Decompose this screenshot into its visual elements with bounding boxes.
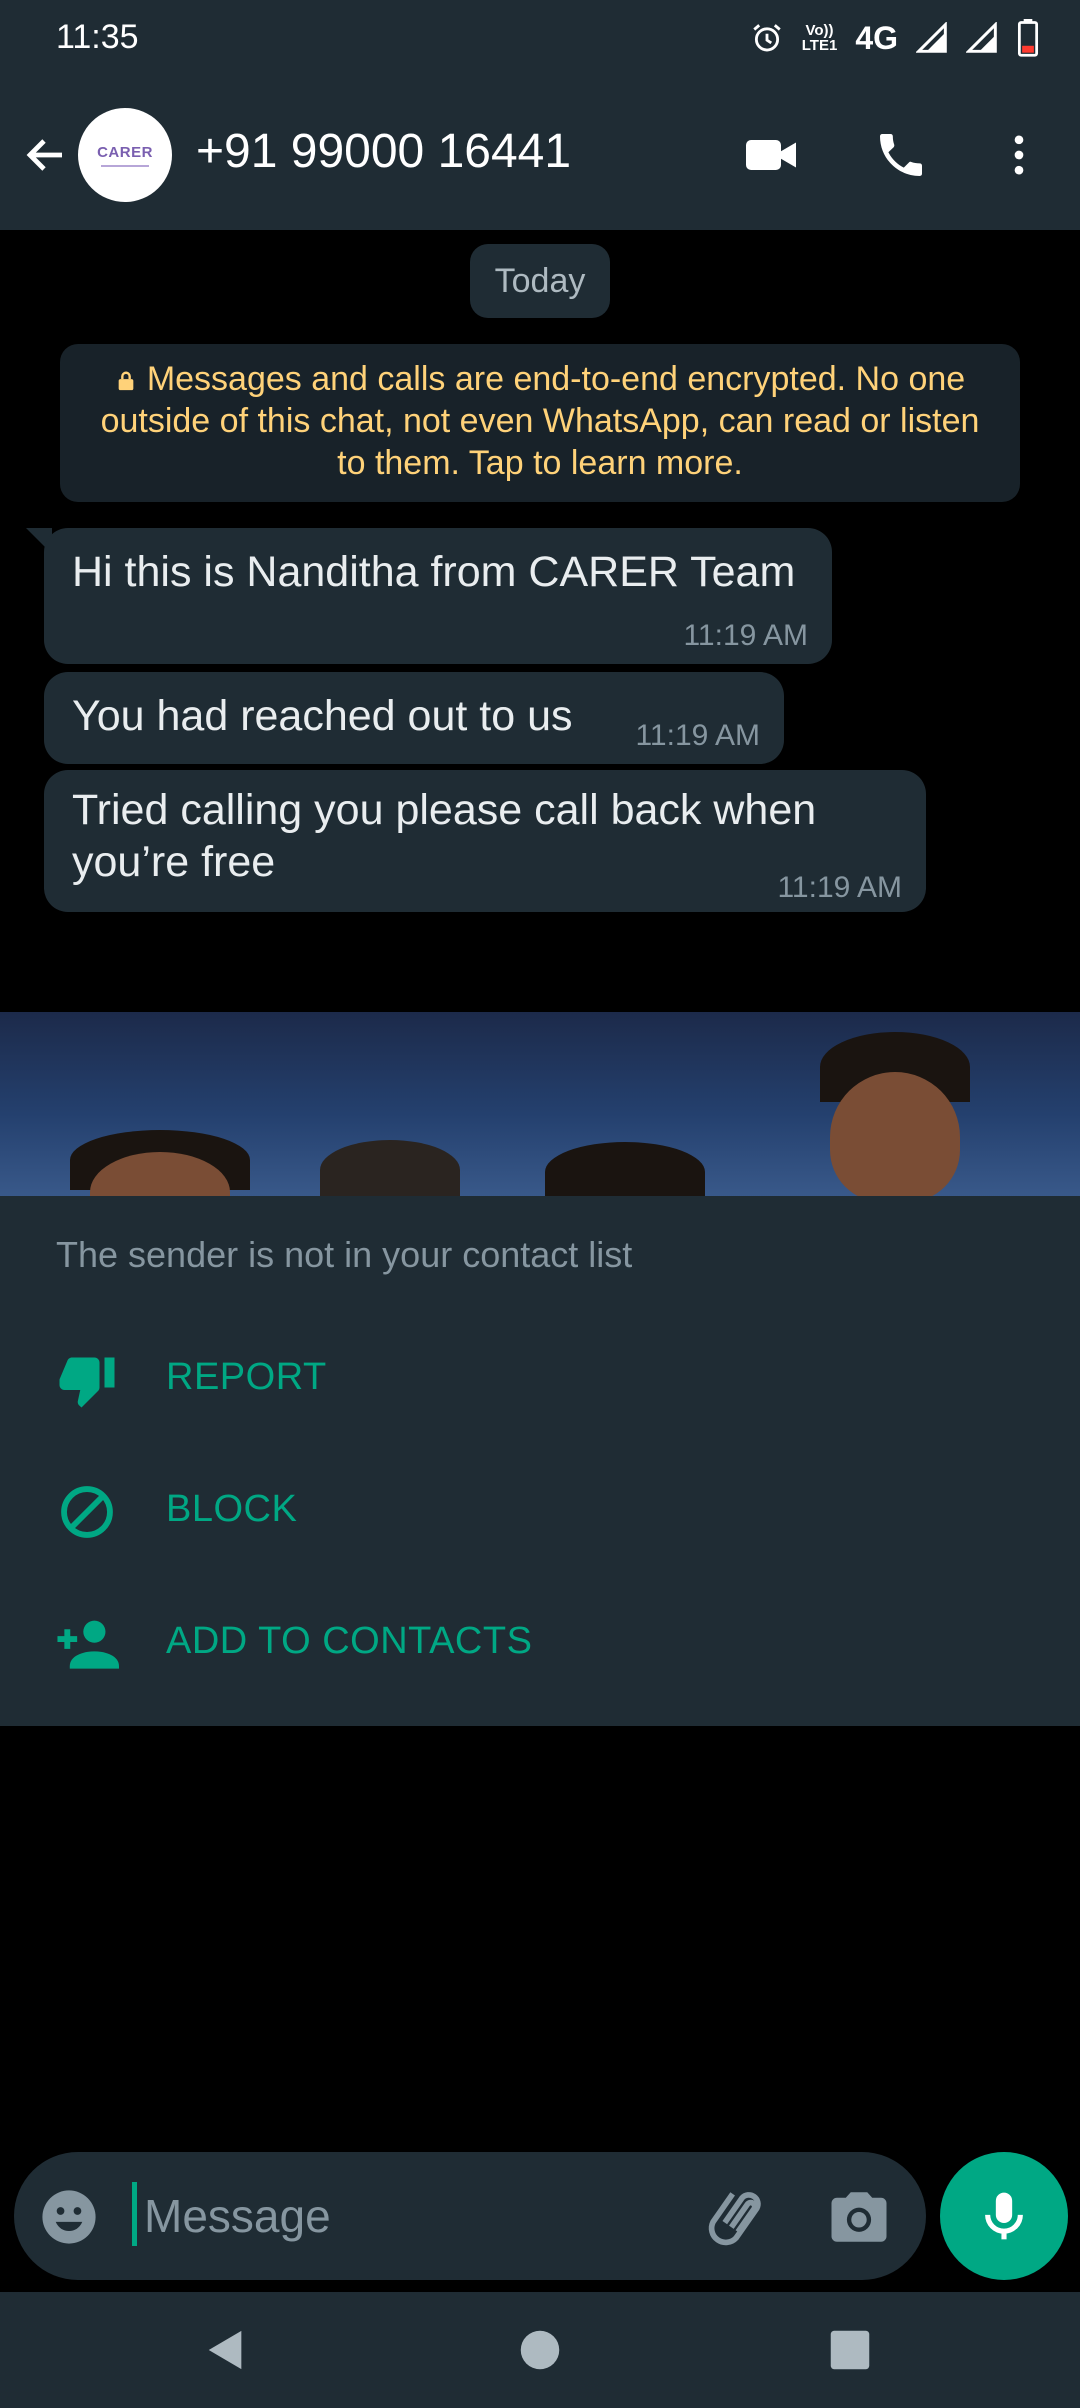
photo-detail	[830, 1072, 960, 1197]
message-bubble[interactable]: Hi this is Nanditha from CARER Team 11:1…	[44, 528, 832, 664]
report-button[interactable]: REPORT	[0, 1326, 1080, 1436]
camera-icon[interactable]	[826, 2184, 892, 2250]
block-button[interactable]: BLOCK	[0, 1458, 1080, 1568]
wallpaper-photo-top	[0, 1012, 1080, 1197]
voice-call-button[interactable]	[866, 120, 936, 190]
message-input[interactable]	[144, 2176, 704, 2256]
photo-detail	[320, 1140, 460, 1197]
add-to-contacts-label: ADD TO CONTACTS	[166, 1620, 533, 1662]
unknown-sender-note: The sender is not in your contact list	[56, 1234, 633, 1275]
status-bar: 11:35 Vo)) LTE1 4G	[0, 0, 1080, 80]
message-composer	[14, 2152, 926, 2280]
message-time: 11:19 AM	[635, 719, 760, 752]
status-icons: Vo)) LTE1 4G	[750, 16, 1040, 60]
nav-back-icon	[208, 2330, 242, 2370]
battery-icon	[1017, 19, 1039, 57]
network-type: 4G	[855, 19, 898, 56]
avatar[interactable]: CARER	[78, 108, 172, 202]
text-cursor	[132, 2182, 137, 2246]
nav-back-button[interactable]	[192, 2316, 260, 2384]
photo-detail	[545, 1142, 705, 1197]
video-call-button[interactable]	[736, 120, 806, 190]
chat-area[interactable]: Today Messages and calls are end-to-end …	[0, 230, 1080, 2382]
volte-bottom-label: LTE1	[801, 37, 838, 54]
chat-header: CARER +91 99000 16441	[0, 80, 1080, 230]
more-vert-icon	[1014, 135, 1024, 175]
thumbs-down-icon	[54, 1350, 120, 1410]
system-nav-bar	[0, 2292, 1080, 2408]
nav-home-icon	[520, 2330, 560, 2370]
signal-icon	[916, 22, 947, 53]
status-time: 11:35	[56, 18, 139, 56]
encryption-text: Messages and calls are end-to-end encryp…	[100, 360, 980, 482]
message-text: You had reached out to us	[72, 692, 573, 740]
block-label: BLOCK	[166, 1488, 298, 1530]
unknown-sender-panel: The sender is not in your contact list R…	[0, 1196, 1080, 1726]
emoji-icon[interactable]	[40, 2188, 98, 2246]
person-add-icon	[54, 1614, 120, 1674]
volte-top-label: Vo))	[805, 22, 834, 39]
nav-home-button[interactable]	[506, 2316, 574, 2384]
add-to-contacts-button[interactable]: ADD TO CONTACTS	[0, 1590, 1080, 1700]
more-options-button[interactable]	[984, 120, 1054, 190]
video-call-icon	[746, 140, 796, 170]
nav-recents-button[interactable]	[816, 2316, 884, 2384]
back-button[interactable]	[18, 125, 74, 185]
message-text: Hi this is Nanditha from CARER Team	[72, 548, 796, 596]
message-time: 11:19 AM	[777, 871, 902, 904]
signal-icon	[966, 22, 997, 53]
back-arrow-icon	[26, 139, 62, 171]
contact-name[interactable]: +91 99000 16441	[196, 124, 571, 179]
avatar-logo-line	[101, 164, 149, 167]
volte-indicator: Vo)) LTE1	[802, 23, 838, 53]
phone-icon	[880, 134, 922, 176]
encryption-notice[interactable]: Messages and calls are end-to-end encryp…	[60, 344, 1020, 502]
message-bubble[interactable]: You had reached out to us 11:19 AM	[44, 672, 784, 764]
report-label: REPORT	[166, 1356, 327, 1398]
message-bubble[interactable]: Tried calling you please call back when …	[44, 770, 926, 912]
date-chip: Today	[470, 244, 610, 318]
lock-icon	[118, 371, 134, 391]
mic-icon	[985, 2192, 1023, 2240]
voice-record-button[interactable]	[940, 2152, 1068, 2280]
avatar-logo-text: CARER	[97, 143, 153, 161]
alarm-icon	[753, 24, 781, 52]
block-icon	[54, 1482, 120, 1542]
message-time: 11:19 AM	[683, 619, 808, 652]
nav-recents-icon	[830, 2330, 870, 2370]
attach-icon[interactable]	[704, 2182, 772, 2250]
message-text: Tried calling you please call back when …	[72, 786, 817, 886]
